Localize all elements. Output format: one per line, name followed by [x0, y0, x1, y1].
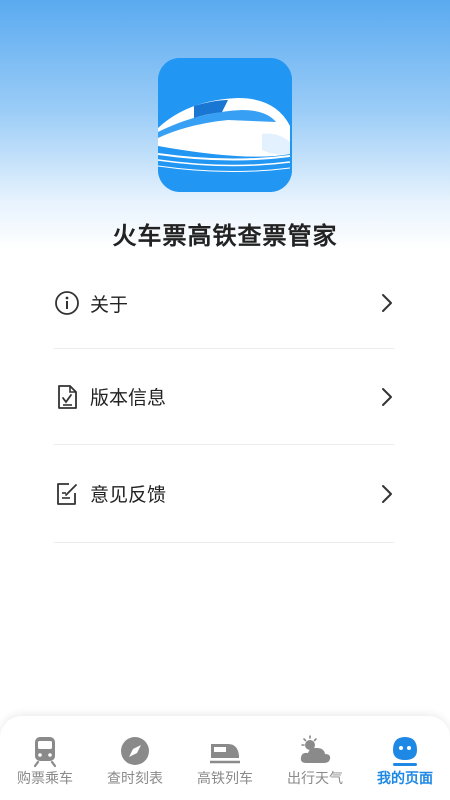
menu-item-label: 关于	[90, 293, 129, 316]
document-check-icon	[54, 384, 80, 410]
menu-item-about[interactable]: 关于	[54, 258, 394, 349]
tab-weather[interactable]: 出行天气	[270, 716, 360, 800]
settings-menu: 关于 版本信息 意见反馈	[54, 258, 394, 543]
bullet-train-icon	[210, 744, 240, 764]
weather-icon	[300, 735, 331, 763]
app-name: 火车票高铁查票管家	[112, 222, 338, 250]
chevron-right-icon	[382, 484, 392, 503]
menu-item-label: 意见反馈	[90, 484, 167, 506]
info-circle-icon	[54, 290, 80, 316]
tab-timetable[interactable]: 查时刻表	[90, 716, 180, 800]
tab-my-page[interactable]: 我的页面	[360, 716, 450, 800]
user-face-icon	[393, 737, 417, 766]
menu-item-feedback[interactable]: 意见反馈	[54, 445, 394, 543]
tab-high-speed-trains[interactable]: 高铁列车	[180, 716, 270, 800]
tab-label: 出行天气	[287, 771, 343, 787]
app-logo	[158, 58, 292, 192]
edit-note-icon	[54, 481, 80, 507]
menu-item-label: 版本信息	[90, 387, 167, 409]
chevron-right-icon	[382, 294, 392, 312]
menu-item-version[interactable]: 版本信息	[54, 349, 394, 445]
tab-label: 查时刻表	[107, 771, 163, 787]
tab-label: 购票乘车	[17, 771, 73, 787]
compass-icon	[121, 737, 149, 765]
bottom-tab-bar: 购票乘车 查时刻表 高铁列车 出行天气 我的页面	[0, 716, 450, 800]
train-front-icon	[33, 737, 57, 768]
tab-label: 高铁列车	[197, 771, 253, 787]
high-speed-train-logo-icon	[158, 58, 292, 192]
tab-buy-tickets[interactable]: 购票乘车	[0, 716, 90, 800]
chevron-right-icon	[382, 387, 392, 406]
tab-label: 我的页面	[377, 771, 433, 787]
